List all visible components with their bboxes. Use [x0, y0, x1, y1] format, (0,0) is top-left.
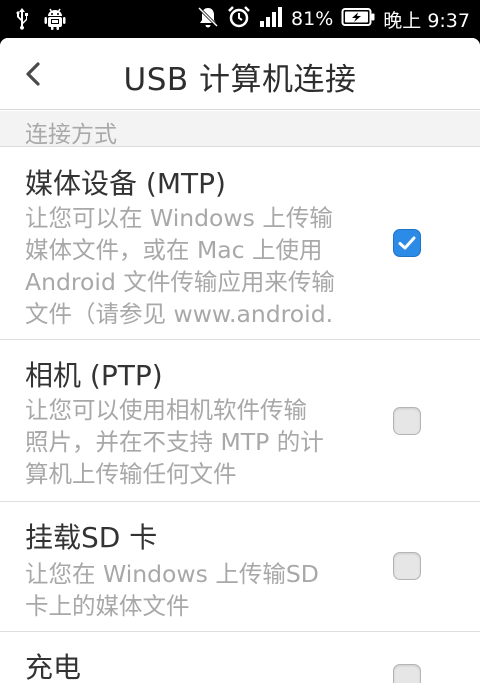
section-title: 连接方式 [25, 122, 117, 148]
checkmark-icon [398, 236, 416, 250]
usb-icon [14, 7, 30, 35]
item-title: 媒体设备 (MTP) [25, 167, 226, 200]
status-bar: 81% 晚上 9:37 [0, 0, 480, 38]
usb-connection-page: USB 计算机连接 连接方式 媒体设备 (MTP) 让您可以在 Windows … [0, 38, 480, 683]
ptp-checkbox[interactable] [393, 407, 421, 435]
sd-card-checkbox[interactable] [393, 552, 421, 580]
list-item-charging[interactable]: 充电 [0, 632, 480, 683]
clock-time: 晚上 9:37 [383, 9, 470, 32]
app-bar: USB 计算机连接 [0, 38, 480, 110]
page-title: USB 计算机连接 [123, 62, 357, 98]
item-description: 让您可以在 Windows 上传输 媒体文件，或在 Mac 上使用 Androi… [25, 202, 375, 330]
description-line: 让您可以在 Windows 上传输 [25, 204, 333, 232]
description-line: 文件（请参见 www.android. [25, 300, 334, 328]
description-line: 卡上的媒体文件 [25, 592, 190, 620]
item-description: 让您可以使用相机软件传输 照片，并在不支持 MTP 的计 算机上传输任何文件 [25, 394, 375, 490]
list-item-ptp[interactable]: 相机 (PTP) 让您可以使用相机软件传输 照片，并在不支持 MTP 的计 算机… [0, 340, 480, 502]
item-description: 让您在 Windows 上传输SD 卡上的媒体文件 [25, 558, 375, 622]
mtp-checkbox[interactable] [393, 229, 421, 257]
description-line: 照片，并在不支持 MTP 的计 [25, 428, 324, 456]
description-line: 让您在 Windows 上传输SD [25, 560, 319, 588]
alarm-clock-icon [227, 5, 251, 33]
description-line: 算机上传输任何文件 [25, 460, 237, 488]
item-title: 挂载SD 卡 [25, 521, 158, 554]
item-title: 充电 [25, 651, 82, 683]
mute-icon [197, 5, 219, 33]
description-line: 媒体文件，或在 Mac 上使用 [25, 236, 323, 264]
item-title: 相机 (PTP) [25, 359, 163, 392]
android-debug-icon [44, 7, 66, 35]
list-item-mtp[interactable]: 媒体设备 (MTP) 让您可以在 Windows 上传输 媒体文件，或在 Mac… [0, 148, 480, 340]
battery-charging-icon [341, 7, 375, 31]
signal-icon [259, 6, 283, 32]
description-line: 让您可以使用相机软件传输 [25, 396, 307, 424]
battery-percent: 81% [291, 8, 334, 30]
description-line: Android 文件传输应用来传输 [25, 268, 335, 296]
list-item-sd-card[interactable]: 挂载SD 卡 让您在 Windows 上传输SD 卡上的媒体文件 [0, 502, 480, 632]
section-header: 连接方式 [0, 111, 480, 148]
charging-checkbox[interactable] [393, 664, 421, 683]
